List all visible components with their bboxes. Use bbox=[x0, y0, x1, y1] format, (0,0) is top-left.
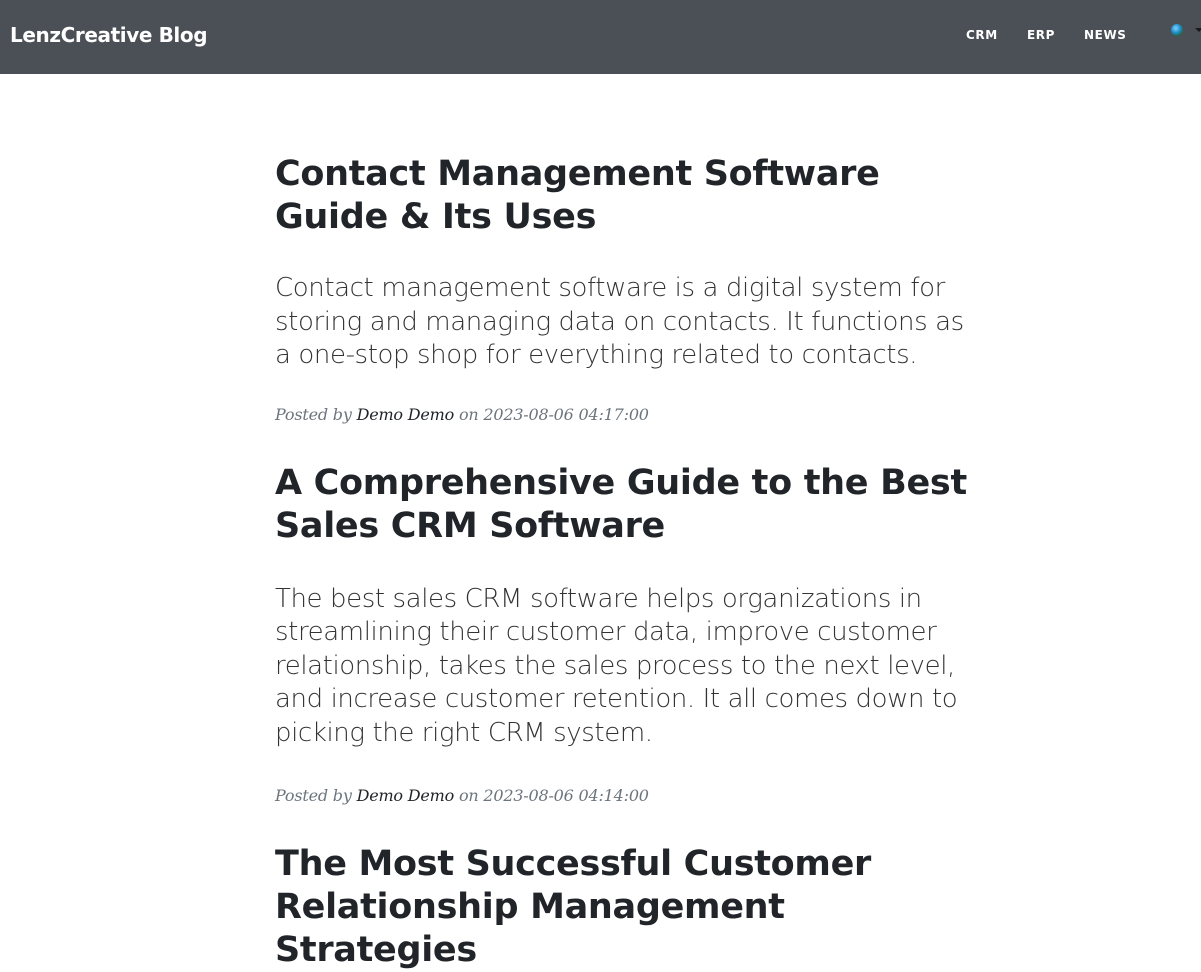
post-meta: Posted by Demo Demo on 2023-08-06 04:17:… bbox=[275, 405, 975, 425]
posted-by-label: Posted by bbox=[275, 786, 352, 805]
post-link[interactable]: Contact Management Software Guide & Its … bbox=[275, 153, 975, 373]
post-title: A Comprehensive Guide to the Best Sales … bbox=[275, 462, 967, 546]
post-list: Contact Management Software Guide & Its … bbox=[275, 150, 975, 972]
post-link[interactable]: A Comprehensive Guide to the Best Sales … bbox=[275, 462, 975, 751]
caret-down-icon bbox=[1195, 28, 1201, 32]
nav-link-news[interactable]: NEWS bbox=[1084, 27, 1127, 43]
nav-link-crm[interactable]: CRM bbox=[966, 27, 998, 43]
post-preview: The Most Successful Customer Relationshi… bbox=[275, 843, 975, 972]
top-navbar: LenzCreative Blog CRM ERP NEWS bbox=[0, 0, 1201, 74]
post-preview: Contact Management Software Guide & Its … bbox=[275, 153, 975, 425]
language-switcher[interactable] bbox=[1170, 22, 1201, 42]
post-meta: Posted by Demo Demo on 2023-08-06 04:14:… bbox=[275, 786, 975, 806]
author-link[interactable]: Demo Demo bbox=[357, 786, 455, 805]
post-preview: A Comprehensive Guide to the Best Sales … bbox=[275, 462, 975, 807]
nav-links: CRM ERP NEWS bbox=[0, 27, 1201, 43]
post-title: Contact Management Software Guide & Its … bbox=[275, 154, 880, 237]
post-link[interactable]: The Most Successful Customer Relationshi… bbox=[275, 843, 975, 972]
post-title: The Most Successful Customer Relationshi… bbox=[275, 844, 871, 970]
nav-link-erp[interactable]: ERP bbox=[1027, 27, 1055, 43]
on-label: on bbox=[458, 786, 479, 805]
author-link[interactable]: Demo Demo bbox=[357, 405, 455, 424]
post-subtitle: The best sales CRM software helps organi… bbox=[275, 583, 958, 748]
posted-by-label: Posted by bbox=[275, 404, 352, 424]
globe-icon bbox=[1171, 24, 1183, 36]
post-subtitle: Contact management software is a digital… bbox=[275, 273, 964, 370]
on-label: on bbox=[458, 404, 479, 424]
post-date: 2023-08-06 04:14:00 bbox=[483, 786, 649, 805]
post-date: 2023-08-06 04:17:00 bbox=[483, 404, 649, 424]
